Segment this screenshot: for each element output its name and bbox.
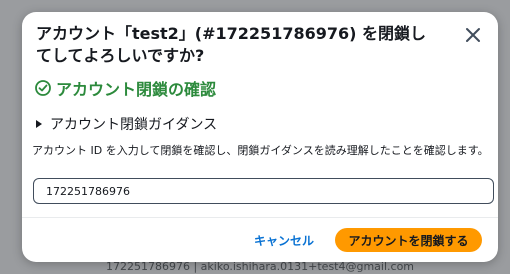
caret-right-icon	[34, 119, 44, 129]
close-account-modal: アカウント「test2」(#172251786976) を閉鎖してしてよろしいで…	[22, 12, 498, 262]
close-button[interactable]	[462, 24, 484, 46]
close-account-button[interactable]: アカウントを閉鎖する	[335, 228, 482, 252]
confirmation-heading-text: アカウント閉鎖の確認	[56, 80, 217, 99]
footer-divider	[22, 217, 498, 218]
background-panel-edge	[497, 26, 510, 106]
instruction-text: アカウント ID を入力して閉鎖を確認し、閉鎖ガイダンスを読み理解したことを確認…	[32, 144, 489, 157]
closure-guidance-label: アカウント閉鎖ガイダンス	[50, 117, 218, 133]
closure-guidance-expander[interactable]: アカウント閉鎖ガイダンス	[34, 114, 217, 134]
confirmation-heading: アカウント閉鎖の確認	[34, 76, 216, 100]
check-circle-icon	[34, 79, 52, 97]
close-icon	[462, 24, 484, 46]
modal-title: アカウント「test2」(#172251786976) を閉鎖してしてよろしいで…	[36, 24, 427, 65]
account-id-input[interactable]	[33, 178, 494, 204]
cancel-button[interactable]: キャンセル	[246, 228, 322, 252]
